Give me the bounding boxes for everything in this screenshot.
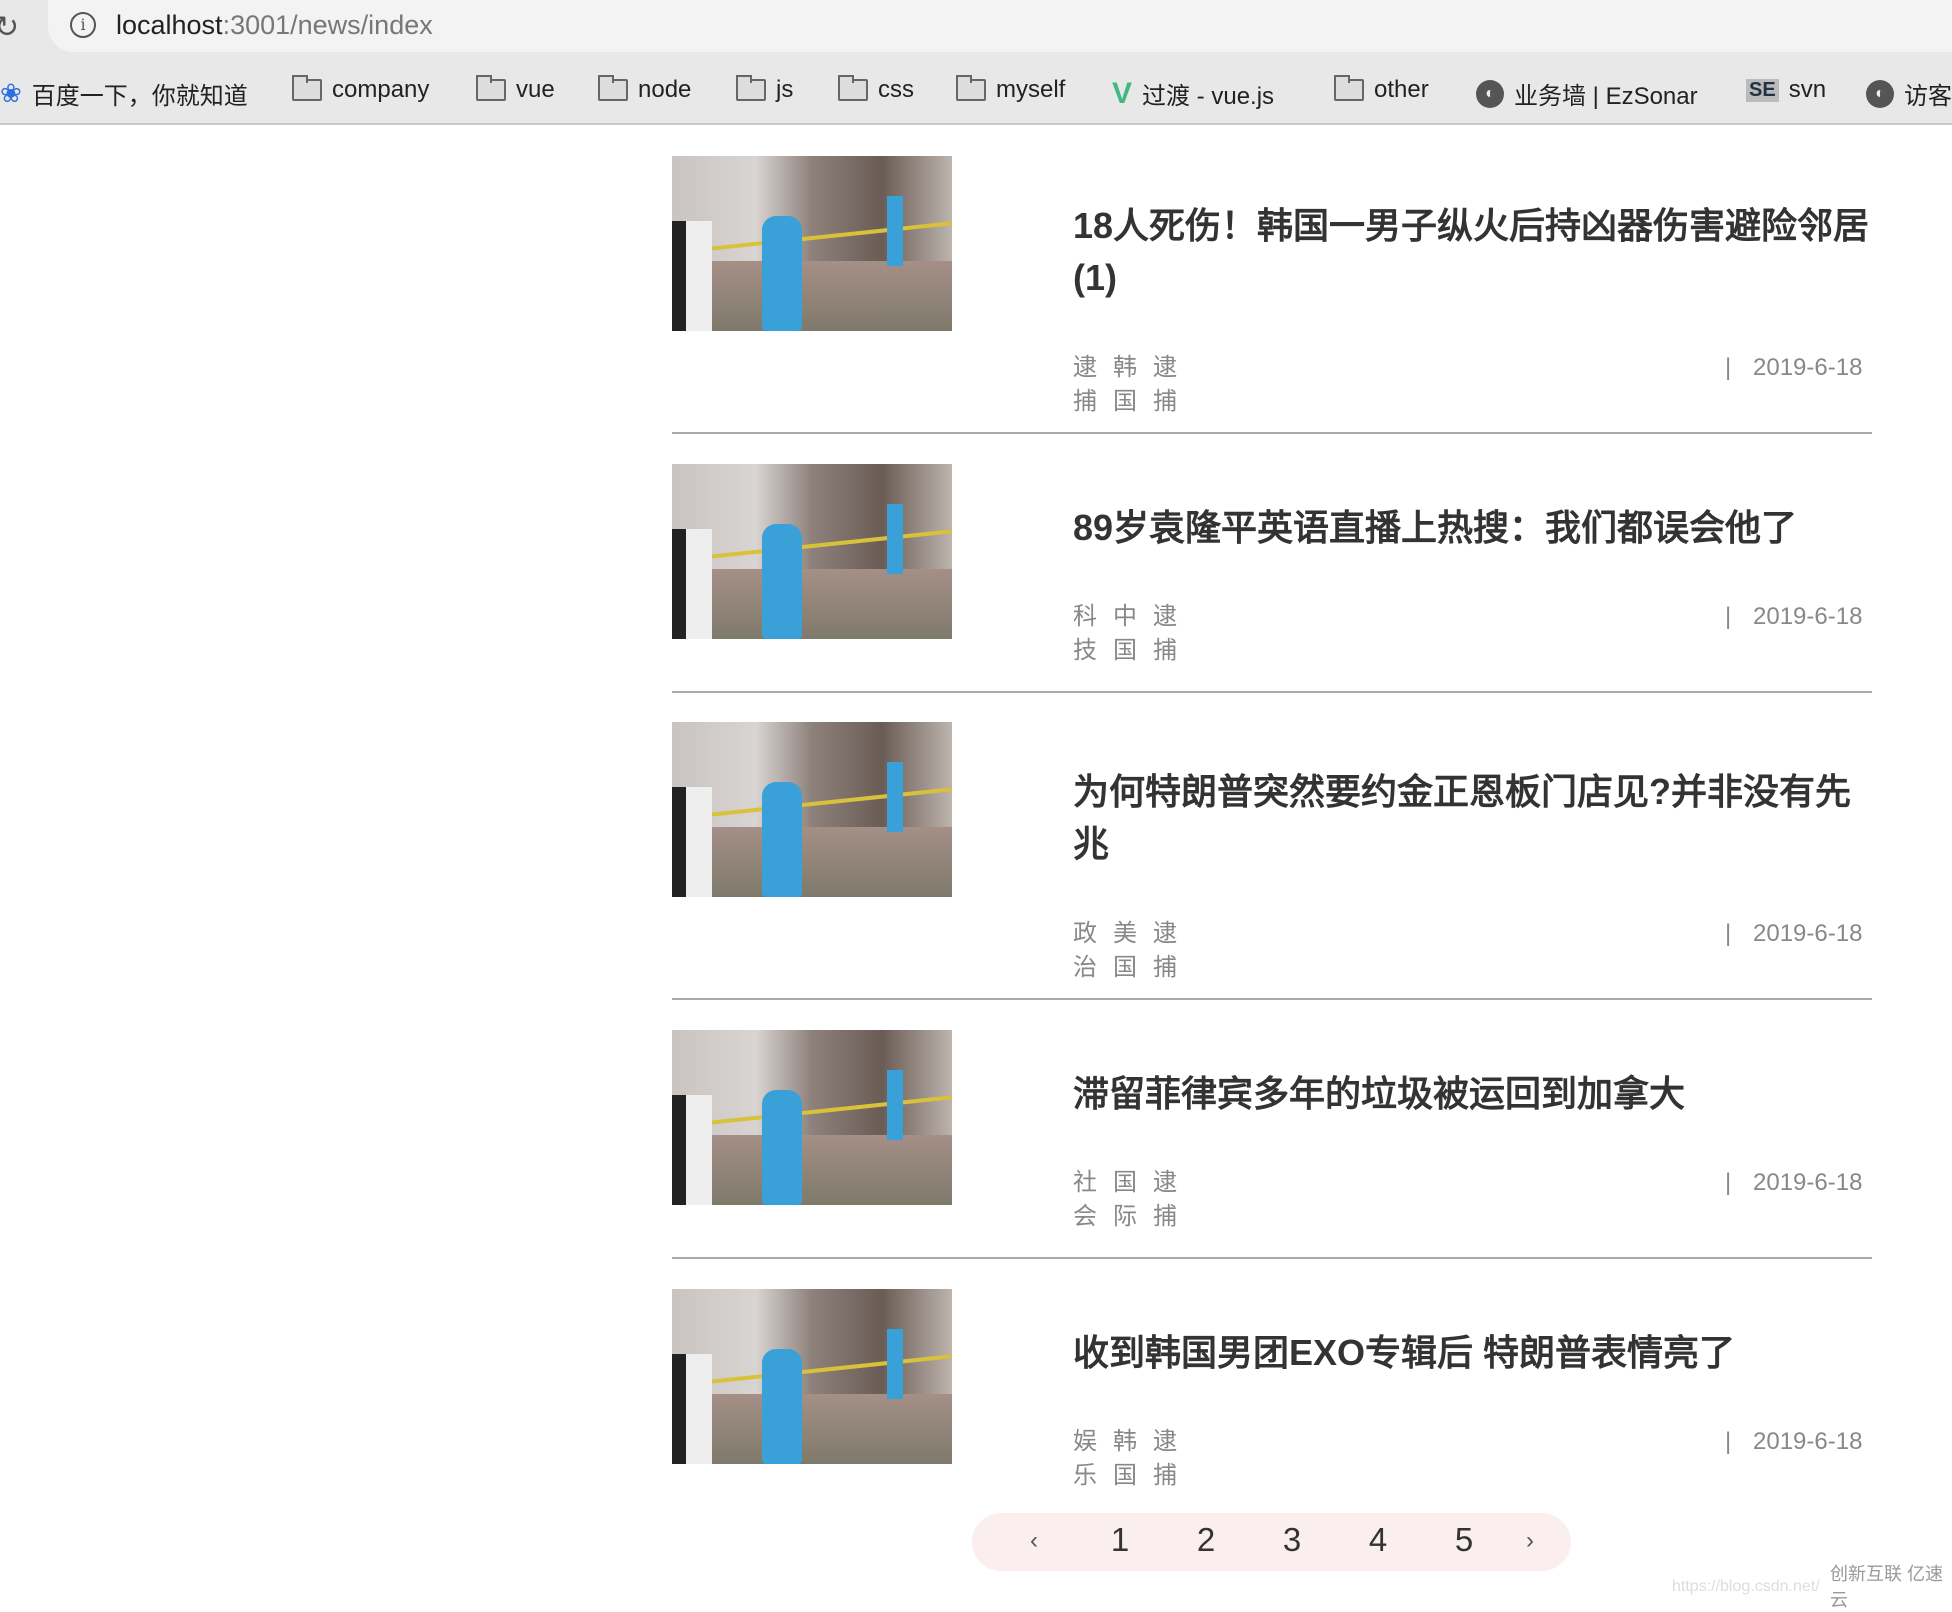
news-tag[interactable]: 社会: [1073, 1166, 1097, 1234]
page-button-3[interactable]: 3: [1272, 1521, 1312, 1559]
bookmark-item[interactable]: myself: [956, 75, 1066, 104]
bookmark-item[interactable]: SE svn: [1746, 76, 1826, 104]
url-field[interactable]: i localhost:3001/news/index: [48, 0, 1952, 52]
watermark-url: https://blog.csdn.net/: [1672, 1578, 1820, 1595]
news-tag[interactable]: 韩国: [1113, 351, 1137, 419]
page-button-1[interactable]: 1: [1100, 1521, 1140, 1559]
news-tag[interactable]: 国际: [1113, 1166, 1137, 1234]
news-title[interactable]: 收到韩国男团EXO专辑后 特朗普表情亮了: [1073, 1327, 1873, 1379]
news-meta: 逮捕 韩国 逮捕 | 2019-6-18: [1073, 351, 1862, 419]
globe-icon: ◐: [1476, 79, 1504, 108]
bookmark-label: myself: [996, 76, 1066, 103]
baidu-paw-icon: ❀: [0, 78, 22, 108]
news-tag[interactable]: 政治: [1073, 917, 1097, 985]
bookmark-item[interactable]: ◐ 访客: [1866, 76, 1952, 111]
divider: [672, 1257, 1872, 1259]
news-date: 2019-6-18: [1753, 354, 1863, 381]
page-button-5[interactable]: 5: [1444, 1521, 1484, 1559]
bookmark-item[interactable]: vue: [476, 75, 555, 104]
news-tag[interactable]: 美国: [1113, 917, 1137, 985]
globe-icon: ◐: [1866, 79, 1894, 108]
news-thumbnail[interactable]: [672, 1030, 952, 1205]
address-bar-area: ↻ i localhost:3001/news/index: [0, 0, 1952, 62]
news-tag[interactable]: 韩国: [1113, 1425, 1137, 1493]
news-tag[interactable]: 逮捕: [1153, 1166, 1177, 1234]
reload-icon[interactable]: ↻: [0, 10, 19, 45]
watermark-logo: 创新互联 亿速云: [1830, 1564, 1944, 1610]
meta-divider: |: [1725, 1428, 1732, 1455]
pagination: ‹ 1 2 3 4 5 ›: [972, 1513, 1571, 1571]
bookmark-label: other: [1374, 76, 1429, 103]
bookmark-label: svn: [1788, 76, 1827, 103]
meta-divider: |: [1725, 603, 1732, 630]
bookmark-item[interactable]: other: [1334, 75, 1429, 104]
news-tag[interactable]: 逮捕: [1073, 351, 1097, 419]
folder-icon: [838, 75, 868, 101]
bookmark-label: js: [776, 76, 794, 103]
news-tag[interactable]: 逮捕: [1153, 600, 1177, 668]
news-tag[interactable]: 科技: [1073, 600, 1097, 668]
news-title[interactable]: 18人死伤！韩国一男子纵火后持凶器伤害避险邻居(1): [1073, 200, 1873, 304]
news-title[interactable]: 89岁袁隆平英语直播上热搜：我们都误会他了: [1073, 502, 1873, 554]
bookmark-item[interactable]: company: [292, 75, 430, 104]
news-meta: 社会 国际 逮捕 | 2019-6-18: [1073, 1166, 1862, 1234]
page-button-4[interactable]: 4: [1358, 1521, 1398, 1559]
meta-divider: |: [1725, 354, 1732, 381]
folder-icon: [1334, 75, 1364, 101]
bookmark-item[interactable]: ◐ 业务墙 | EzSonar: [1476, 76, 1698, 111]
bookmark-label: vue: [516, 76, 555, 103]
news-tag[interactable]: 中国: [1113, 600, 1137, 668]
bookmark-item[interactable]: css: [838, 75, 914, 104]
divider: [672, 691, 1872, 693]
news-thumbnail[interactable]: [672, 156, 952, 331]
folder-icon: [476, 75, 506, 101]
news-tag[interactable]: 逮捕: [1153, 917, 1177, 985]
news-meta: 政治 美国 逮捕 | 2019-6-18: [1073, 917, 1862, 985]
bookmarks-bar: ❀ 百度一下，你就知道 company vue node js css myself V 过渡 -…: [0, 62, 1952, 125]
news-tag[interactable]: 逮捕: [1153, 1425, 1177, 1493]
news-meta: 科技 中国 逮捕 | 2019-6-18: [1073, 600, 1862, 668]
news-tag[interactable]: 逮捕: [1153, 351, 1177, 419]
se-icon: SE: [1746, 78, 1779, 102]
vue-logo-icon: V: [1112, 76, 1133, 110]
folder-icon: [598, 75, 628, 101]
news-meta: 娱乐 韩国 逮捕 | 2019-6-18: [1073, 1425, 1862, 1493]
bookmark-label: node: [638, 76, 692, 103]
bookmark-label: company: [332, 76, 430, 103]
url-text: localhost:3001/news/index: [116, 10, 433, 40]
divider: [672, 998, 1872, 1000]
next-page-button[interactable]: ›: [1510, 1527, 1550, 1555]
prev-page-button[interactable]: ‹: [1014, 1527, 1054, 1555]
bookmark-item[interactable]: node: [598, 75, 692, 104]
news-title[interactable]: 滞留菲律宾多年的垃圾被运回到加拿大: [1073, 1068, 1873, 1120]
bookmark-label: css: [878, 76, 914, 103]
bookmark-label: 访客: [1904, 83, 1952, 110]
news-thumbnail[interactable]: [672, 1289, 952, 1464]
info-icon[interactable]: i: [70, 12, 96, 38]
news-date: 2019-6-18: [1753, 1169, 1863, 1196]
meta-divider: |: [1725, 1169, 1732, 1196]
meta-divider: |: [1725, 920, 1732, 947]
news-tag[interactable]: 娱乐: [1073, 1425, 1097, 1493]
folder-icon: [956, 75, 986, 101]
news-thumbnail[interactable]: [672, 722, 952, 897]
bookmark-label: 过渡 - vue.js: [1142, 83, 1275, 110]
page-button-2[interactable]: 2: [1186, 1521, 1226, 1559]
folder-icon: [736, 75, 766, 101]
news-date: 2019-6-18: [1753, 603, 1863, 630]
bookmark-label: 百度一下，你就知道: [31, 83, 248, 110]
bookmark-item[interactable]: V 过渡 - vue.js: [1112, 76, 1274, 111]
folder-icon: [292, 75, 322, 101]
divider: [672, 432, 1872, 434]
news-date: 2019-6-18: [1753, 1428, 1863, 1455]
bookmark-item[interactable]: js: [736, 75, 794, 104]
news-title[interactable]: 为何特朗普突然要约金正恩板门店见?并非没有先兆: [1073, 766, 1873, 870]
news-date: 2019-6-18: [1753, 920, 1863, 947]
bookmark-label: 业务墙 | EzSonar: [1514, 83, 1698, 110]
news-thumbnail[interactable]: [672, 464, 952, 639]
bookmark-item[interactable]: ❀ 百度一下，你就知道: [0, 76, 248, 111]
